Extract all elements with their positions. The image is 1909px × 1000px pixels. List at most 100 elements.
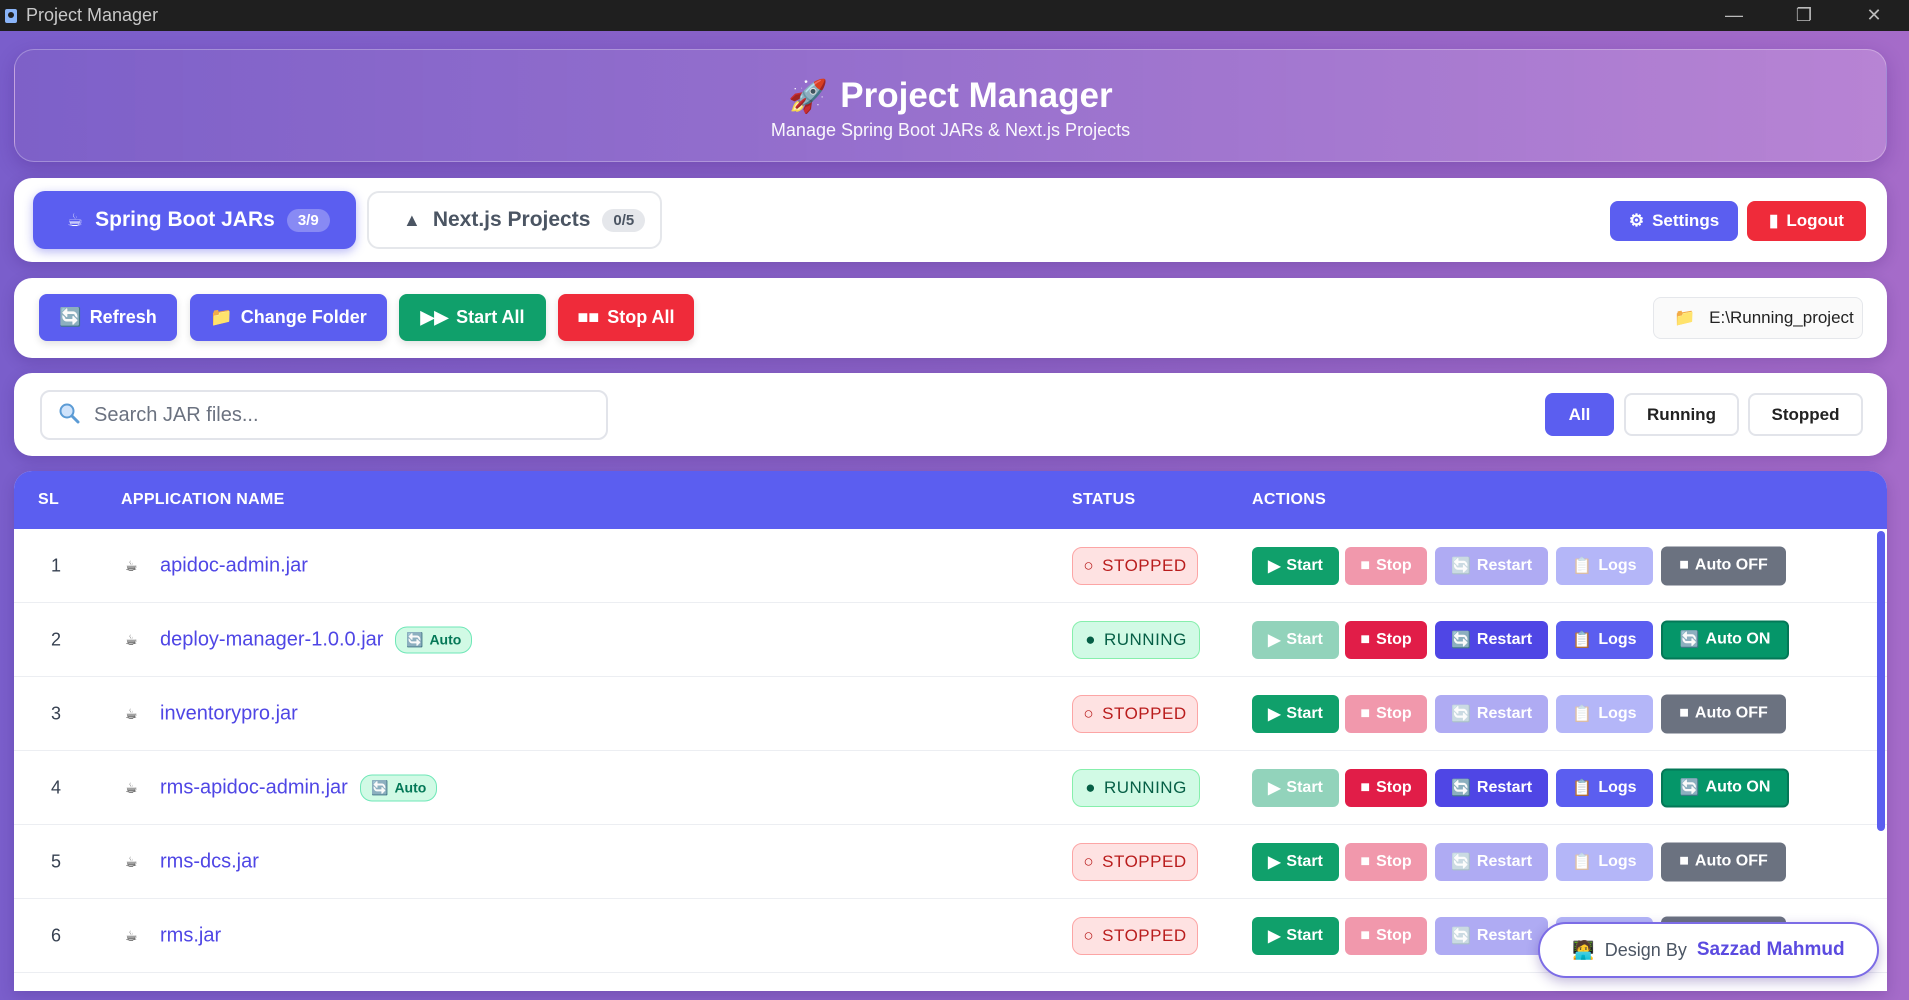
auto-toggle-button[interactable]: ■ Auto OFF — [1661, 546, 1786, 585]
logout-button[interactable]: ▮ Logout — [1747, 201, 1866, 241]
stop-button[interactable]: ■ Stop — [1345, 768, 1427, 807]
start-button[interactable]: ▶ Start — [1252, 842, 1339, 881]
auto-toggle-label: Auto ON — [1705, 630, 1771, 648]
auto-toggle-button[interactable]: ■ Auto OFF — [1661, 694, 1786, 733]
stopped-circle-icon: ○ — [1083, 851, 1095, 871]
row-sl: 2 — [51, 629, 62, 649]
auto-toggle-button[interactable]: ■ Auto OFF — [1661, 842, 1786, 881]
status-label: STOPPED — [1102, 703, 1187, 723]
restart-button[interactable]: 🔄 Restart — [1435, 916, 1548, 955]
refresh-icon: 🔄 — [1450, 853, 1471, 871]
auto-toggle-label: Auto OFF — [1694, 852, 1768, 870]
start-button[interactable]: ▶ Start — [1252, 916, 1339, 955]
coffee-icon: ☕ — [125, 927, 138, 943]
logs-button[interactable]: 📋 Logs — [1556, 694, 1653, 733]
row-sl: 1 — [51, 555, 62, 575]
toolbar: 🔄 Refresh 📁 Change Folder ▶▶ Start All ■… — [14, 278, 1887, 358]
stop-button[interactable]: ■ Stop — [1345, 620, 1427, 659]
restart-button[interactable]: 🔄 Restart — [1435, 694, 1548, 733]
auto-badge: 🔄 Auto — [360, 774, 438, 801]
stop-button[interactable]: ■ Stop — [1345, 916, 1427, 955]
stopped-circle-icon: ○ — [1083, 703, 1095, 723]
logs-button[interactable]: 📋 Logs — [1556, 620, 1653, 659]
logs-button[interactable]: 📋 Logs — [1556, 842, 1653, 881]
auto-toggle-label: Auto ON — [1705, 778, 1771, 796]
header-status: STATUS — [1072, 491, 1136, 508]
tab-nextjs-projects[interactable]: ▲ Next.js Projects 0/5 — [367, 191, 662, 249]
application-name[interactable]: rms.jar — [160, 924, 221, 947]
logs-button[interactable]: 📋 Logs — [1556, 768, 1653, 807]
start-button[interactable]: ▶ Start — [1252, 694, 1339, 733]
running-dot-icon: ● — [1085, 777, 1096, 797]
folder-icon: 📁 — [210, 307, 233, 327]
restart-button[interactable]: 🔄 Restart — [1435, 842, 1548, 881]
minimize-button[interactable]: — — [1699, 0, 1769, 31]
table-scrollbar[interactable] — [1877, 531, 1885, 831]
refresh-icon: 🔄 — [1450, 927, 1471, 945]
play-icon: ▶ — [1268, 779, 1281, 797]
logs-label: Logs — [1598, 852, 1637, 870]
play-icon: ▶ — [1268, 705, 1281, 723]
tab-spring-boot-jars[interactable]: ☕ Spring Boot JARs 3/9 — [33, 191, 356, 249]
logout-label: Logout — [1786, 211, 1844, 230]
application-name[interactable]: rms-apidoc-admin.jar — [160, 776, 348, 799]
restart-button[interactable]: 🔄 Restart — [1435, 546, 1548, 585]
start-label: Start — [1286, 778, 1323, 796]
stop-all-button[interactable]: ■■ Stop All — [558, 294, 694, 341]
stop-label: Stop — [1376, 630, 1412, 648]
application-name[interactable]: apidoc-admin.jar — [160, 554, 308, 577]
application-name[interactable]: inventorypro.jar — [160, 702, 298, 725]
filter-all-button[interactable]: All — [1545, 393, 1614, 436]
status-badge: ○ STOPPED — [1072, 842, 1198, 881]
refresh-icon: 🔄 — [371, 779, 389, 795]
page-title: 🚀 Project Manager — [15, 76, 1886, 116]
refresh-icon: 🔄 — [1679, 779, 1700, 797]
folder-path: E:\Running_project — [1709, 308, 1854, 327]
restart-label: Restart — [1476, 556, 1533, 574]
restart-button[interactable]: 🔄 Restart — [1435, 620, 1548, 659]
refresh-button[interactable]: 🔄 Refresh — [39, 294, 177, 341]
stop-icon: ■ — [1360, 852, 1371, 870]
start-button[interactable]: ▶ Start — [1252, 620, 1339, 659]
play-icon: ▶ — [1268, 631, 1281, 649]
close-button[interactable]: ✕ — [1839, 0, 1909, 31]
restart-button[interactable]: 🔄 Restart — [1435, 768, 1548, 807]
filter-stopped-button[interactable]: Stopped — [1748, 393, 1863, 436]
stop-button[interactable]: ■ Stop — [1345, 546, 1427, 585]
change-folder-button[interactable]: 📁 Change Folder — [190, 294, 387, 341]
refresh-icon: 🔄 — [406, 631, 424, 647]
stop-label: Stop — [1376, 704, 1412, 722]
coffee-icon: ☕ — [125, 779, 138, 795]
logs-button[interactable]: 📋 Logs — [1556, 546, 1653, 585]
start-label: Start — [1286, 852, 1323, 870]
coffee-icon: ☕ — [125, 557, 138, 573]
settings-button[interactable]: ⚙ Settings — [1610, 201, 1738, 241]
clipboard-icon: 📋 — [1572, 779, 1593, 797]
restart-label: Restart — [1476, 778, 1533, 796]
app-header: 🚀 Project Manager Manage Spring Boot JAR… — [14, 49, 1887, 162]
table-header: SL APPLICATION NAME STATUS ACTIONS — [14, 471, 1887, 529]
table-row: 3 ☕ inventorypro.jar ○ STOPPED ▶ Start ■ Stop 🔄 Re… — [14, 677, 1887, 751]
filter-running-button[interactable]: Running — [1624, 393, 1739, 436]
search-input[interactable] — [94, 403, 574, 427]
play-icon: ▶ — [1268, 853, 1281, 871]
search-field[interactable] — [40, 390, 608, 440]
door-icon: ▮ — [1769, 211, 1779, 230]
start-button[interactable]: ▶ Start — [1252, 546, 1339, 585]
coffee-icon: ☕ — [125, 631, 138, 647]
auto-toggle-button[interactable]: 🔄 Auto ON — [1661, 620, 1789, 659]
refresh-icon: 🔄 — [1450, 631, 1471, 649]
app-icon — [4, 8, 18, 24]
start-button[interactable]: ▶ Start — [1252, 768, 1339, 807]
status-label: RUNNING — [1103, 777, 1187, 797]
application-name[interactable]: rms-dcs.jar — [160, 850, 259, 873]
start-all-button[interactable]: ▶▶ Start All — [399, 294, 546, 341]
auto-badge-label: Auto — [394, 779, 427, 796]
developer-icon: 🧑‍💻 — [1572, 939, 1595, 960]
application-name[interactable]: deploy-manager-1.0.0.jar — [160, 628, 383, 651]
stop-button[interactable]: ■ Stop — [1345, 842, 1427, 881]
maximize-button[interactable]: ❐ — [1769, 0, 1839, 31]
auto-toggle-button[interactable]: 🔄 Auto ON — [1661, 768, 1789, 807]
stop-button[interactable]: ■ Stop — [1345, 694, 1427, 733]
table-row: 4 ☕ rms-apidoc-admin.jar 🔄 Auto ● RUNNING ▶ Star… — [14, 751, 1887, 825]
